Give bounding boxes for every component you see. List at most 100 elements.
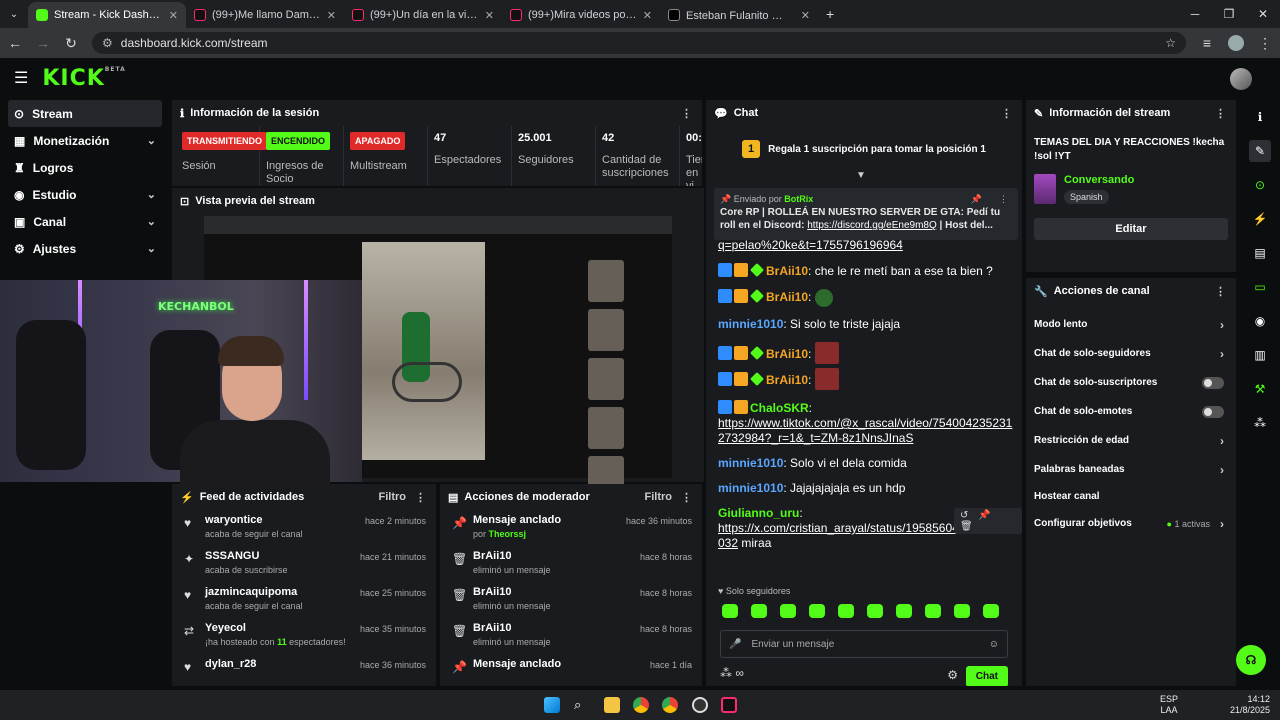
grid-icon[interactable]: ▥: [1249, 344, 1271, 366]
action-banned-words[interactable]: Palabras baneadas ›: [1026, 455, 1236, 484]
send-chat-button[interactable]: Chat: [965, 666, 1008, 686]
bolt-icon[interactable]: ⚡: [1249, 208, 1271, 230]
tab-kick-dashboard[interactable]: Stream - Kick Dashboard ✕: [28, 2, 186, 28]
dots-cluster-icon[interactable]: ⁂: [1249, 412, 1271, 434]
url-bar[interactable]: ⚙ dashboard.kick.com/stream ☆: [92, 32, 1186, 54]
profile-icon[interactable]: [1228, 35, 1244, 51]
clipboard-icon[interactable]: ▤: [1249, 242, 1271, 264]
filter-button[interactable]: Filtro: [645, 491, 673, 503]
info-icon[interactable]: ℹ: [1249, 106, 1271, 128]
more-options-icon[interactable]: ⋮: [681, 491, 692, 504]
action-host-channel[interactable]: Hostear canal: [1026, 484, 1236, 509]
close-icon[interactable]: ✕: [801, 9, 810, 22]
sidebar-item-ajustes[interactable]: ⚙ Ajustes ⌄: [0, 235, 170, 262]
more-options-icon[interactable]: ⋮: [1215, 107, 1226, 120]
emote-icon[interactable]: [838, 604, 854, 618]
sidebar-item-logros[interactable]: ♜ Logros: [0, 154, 170, 181]
emote-icon[interactable]: [809, 604, 825, 618]
pinned-message[interactable]: 📌 Enviado por BotRix 📌 ⋮ Core RP | ROLLEÁ …: [714, 188, 1018, 240]
sidebar-item-canal[interactable]: ▣ Canal ⌄: [0, 208, 170, 235]
close-icon[interactable]: ✕: [485, 9, 494, 22]
chat-link[interactable]: q=pelao%20ke&t=1755796196964: [718, 238, 1014, 253]
close-icon[interactable]: ✕: [327, 9, 336, 22]
list-item[interactable]: 🗑 BrAii10 eliminó un mensaje hace 8 horas: [440, 546, 702, 582]
system-clock[interactable]: 14:12 21/8/2025: [1230, 694, 1270, 716]
chat-username[interactable]: ChaloSKR: [750, 401, 809, 415]
emote-icon[interactable]: [954, 604, 970, 618]
emote-icon[interactable]: [896, 604, 912, 618]
more-options-icon[interactable]: ⋮: [415, 491, 426, 504]
chat-username[interactable]: BrAii10: [766, 264, 808, 278]
search-icon[interactable]: ⌕: [574, 697, 590, 713]
kick-logo[interactable]: KICKBETA: [42, 66, 125, 91]
delete-icon[interactable]: 🗑: [960, 521, 983, 532]
action-age-restriction[interactable]: Restricción de edad ›: [1026, 426, 1236, 455]
pencil-icon[interactable]: ✎: [1249, 140, 1271, 162]
emote-icon[interactable]: [867, 604, 883, 618]
reload-icon[interactable]: ↻: [64, 35, 78, 52]
chat-message[interactable]: BrAii10:: [718, 342, 1014, 364]
chat-username[interactable]: minnie1010: [718, 481, 783, 495]
close-window-icon[interactable]: ✕: [1246, 7, 1280, 21]
mic-icon[interactable]: 🎤: [729, 639, 741, 650]
action-slow-mode[interactable]: Modo lento ›: [1026, 310, 1236, 339]
chat-username[interactable]: Giulianno_uru: [718, 506, 799, 520]
edit-button[interactable]: Editar: [1034, 218, 1228, 240]
chrome-profile-icon[interactable]: [662, 697, 678, 713]
kick-points-icon[interactable]: ⁂ ∞: [720, 666, 744, 680]
emoji-picker-icon[interactable]: ☺: [989, 639, 999, 650]
bookmark-star-icon[interactable]: ☆: [1165, 36, 1176, 50]
browser-menu-icon[interactable]: ⋮: [1258, 35, 1272, 52]
more-options-icon[interactable]: ⋮: [1215, 285, 1226, 298]
list-item[interactable]: ♥ dylan_r28 hace 36 minutos: [172, 654, 436, 686]
chat-link[interactable]: https://www.tiktok.com/@x_rascal/video/7…: [718, 416, 1012, 445]
list-item[interactable]: 🗑 BrAii10 eliminó un mensaje hace 8 horas: [440, 618, 702, 654]
chat-message[interactable]: BrAii10:: [718, 368, 1014, 390]
chat-username[interactable]: BrAii10: [766, 373, 808, 387]
sidebar-item-stream[interactable]: ⊙ Stream: [8, 100, 162, 127]
obs-icon[interactable]: [692, 697, 708, 713]
file-explorer-icon[interactable]: [604, 697, 620, 713]
chat-message[interactable]: minnie1010: Solo vi el dela comida: [718, 456, 1014, 471]
chat-username[interactable]: BrAii10: [766, 290, 808, 304]
chat-username[interactable]: minnie1010: [718, 456, 783, 470]
close-icon[interactable]: ✕: [643, 9, 652, 22]
filter-button[interactable]: Filtro: [379, 491, 407, 503]
chat-username[interactable]: minnie1010: [718, 317, 783, 331]
reading-list-icon[interactable]: ≡: [1200, 35, 1214, 51]
list-item[interactable]: ✦ SSSANGU acaba de suscribirse hace 21 minu…: [172, 546, 436, 582]
minimize-icon[interactable]: ─: [1178, 7, 1212, 21]
list-item[interactable]: ♥ waryontice acaba de seguir el canal hace …: [172, 510, 436, 546]
tab-search-icon[interactable]: ⌄: [0, 9, 28, 20]
chat-message[interactable]: minnie1010: Si solo te triste jajaja: [718, 317, 1014, 332]
category-name[interactable]: Conversando: [1064, 174, 1134, 186]
action-subscribers-only[interactable]: Chat de solo-suscriptores: [1026, 368, 1236, 397]
unpin-icon[interactable]: 📌: [971, 193, 982, 206]
input-language[interactable]: ESP LAA: [1160, 694, 1178, 716]
list-item[interactable]: 🗑 BrAii10 eliminó un mensaje hace 8 horas: [440, 582, 702, 618]
chat-bubble-icon[interactable]: ▭: [1249, 276, 1271, 298]
emotes-only-toggle[interactable]: [1202, 405, 1224, 418]
site-info-icon[interactable]: ⚙: [102, 36, 113, 50]
action-configure-goals[interactable]: Configurar objetivos ● 1 activas ›: [1026, 509, 1236, 538]
action-followers-only[interactable]: Chat de solo-seguidores ›: [1026, 339, 1236, 368]
tiktok-app-icon[interactable]: [721, 697, 737, 713]
windows-start-icon[interactable]: [544, 697, 560, 713]
help-chat-button[interactable]: ☊: [1236, 645, 1266, 675]
more-options-icon[interactable]: ⋮: [681, 107, 692, 120]
close-icon[interactable]: ✕: [169, 9, 178, 22]
hamburger-menu-icon[interactable]: ☰: [14, 68, 28, 88]
user-avatar[interactable]: [1230, 68, 1252, 90]
emote-icon[interactable]: [751, 604, 767, 618]
action-emotes-only[interactable]: Chat de solo-emotes: [1026, 397, 1236, 426]
subscribers-only-toggle[interactable]: [1202, 376, 1224, 389]
chat-message[interactable]: BrAii10: che le re metí ban a ese ta bie…: [718, 263, 1014, 279]
list-item[interactable]: ⇄ Yeyecol ¡ha hosteado con 11 espectadores…: [172, 618, 436, 654]
tab-tiktok-2[interactable]: (99+)Un día en la vida de Cava ✕: [344, 2, 502, 28]
tab-tiktok-3[interactable]: (99+)Mira videos populares sob ✕: [502, 2, 660, 28]
chat-message[interactable]: BrAii10:: [718, 289, 1014, 307]
broadcast-icon[interactable]: ◉: [1249, 310, 1271, 332]
pin-message-icon[interactable]: 📌: [978, 510, 1000, 521]
back-icon[interactable]: ←: [8, 35, 22, 51]
chat-settings-icon[interactable]: ⚙: [947, 668, 958, 682]
